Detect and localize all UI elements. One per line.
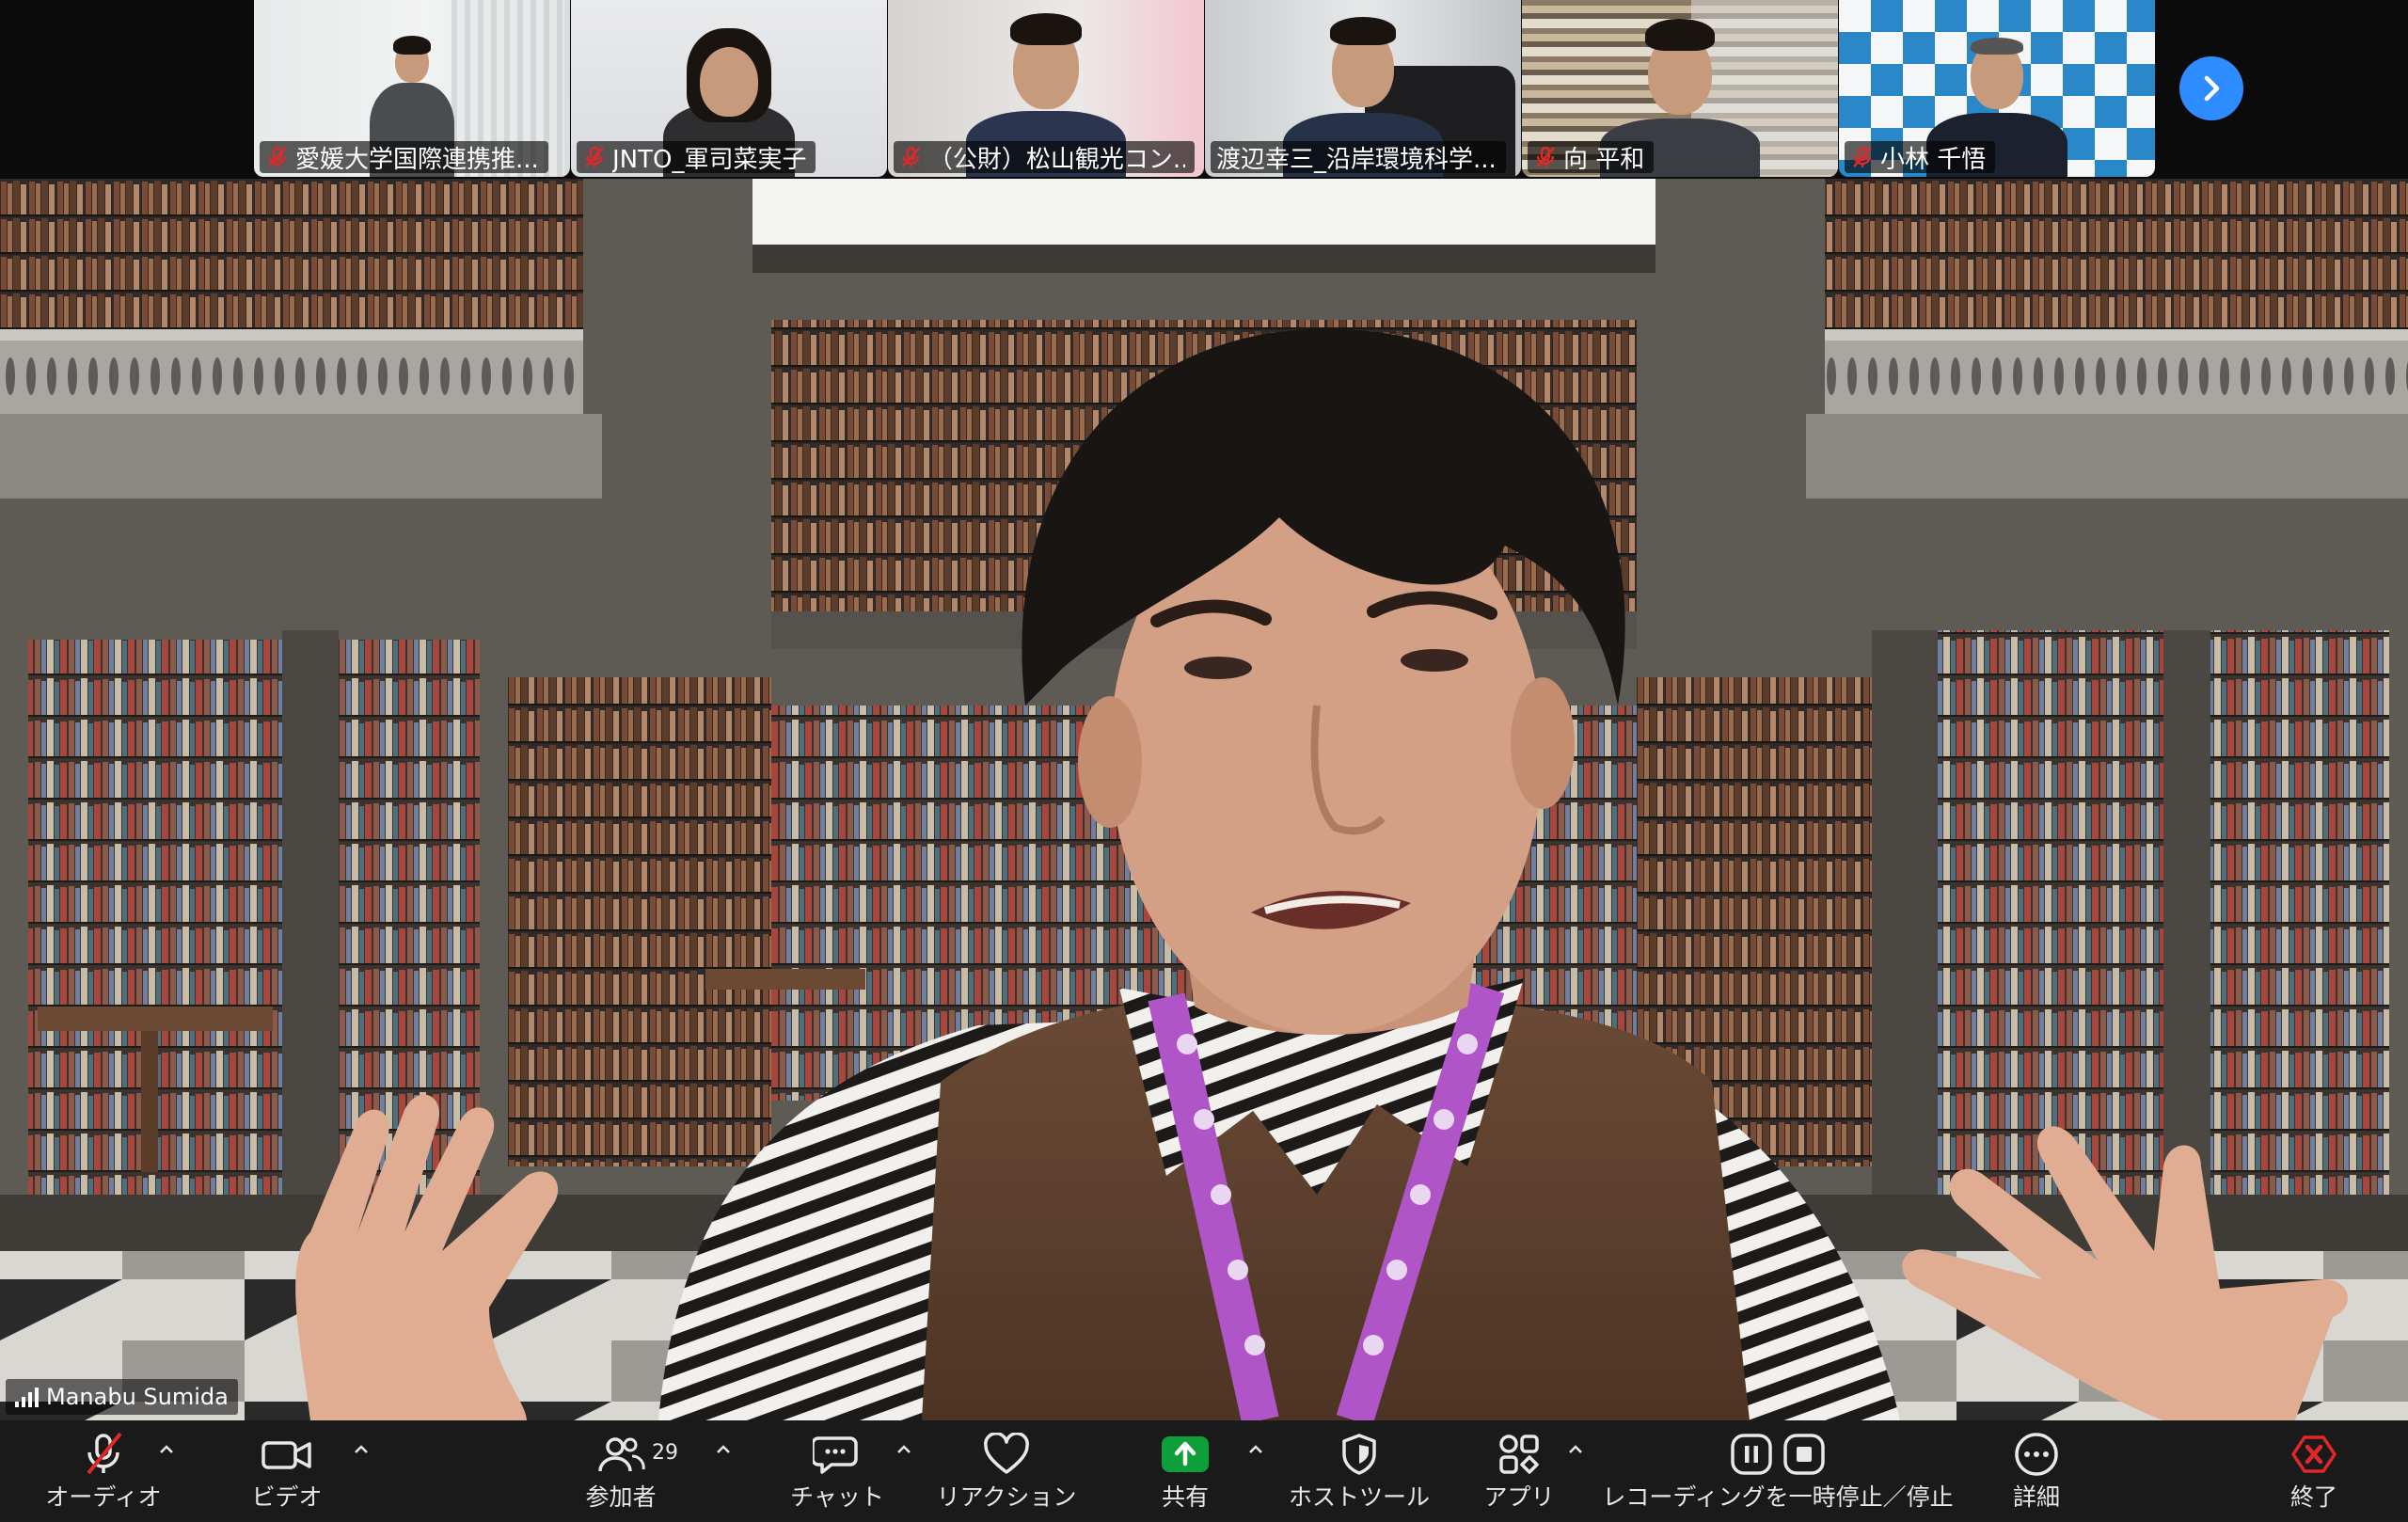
- chevron-up-icon[interactable]: [1565, 1439, 1586, 1460]
- audio-button[interactable]: オーディオ: [38, 1420, 169, 1522]
- participant-tile[interactable]: 渡辺幸三_沿岸環境科学...: [1205, 0, 1521, 177]
- share-label: 共有: [1161, 1483, 1209, 1511]
- participant-tile[interactable]: （公財）松山観光コン...: [888, 0, 1204, 177]
- close-icon: [2291, 1435, 2337, 1473]
- participant-tile[interactable]: 愛媛大学国際連携推...: [254, 0, 570, 177]
- chevron-up-icon[interactable]: [894, 1439, 914, 1460]
- audio-label: オーディオ: [45, 1483, 162, 1511]
- participant-name-tag: 渡辺幸三_沿岸環境科学...: [1211, 141, 1506, 174]
- muted-mic-icon: [87, 1432, 122, 1475]
- end-label: 終了: [2289, 1483, 2337, 1511]
- chevron-right-icon: [2204, 75, 2220, 102]
- participant-tile[interactable]: 小林 千悟: [1839, 0, 2155, 177]
- participant-name: 向 平和: [1563, 145, 1645, 174]
- more-button[interactable]: 詳細: [1985, 1420, 2088, 1522]
- apps-label: アプリ: [1483, 1483, 1555, 1511]
- apps-button[interactable]: アプリ: [1467, 1420, 1571, 1522]
- chat-button[interactable]: チャット: [781, 1420, 894, 1522]
- more-label: 詳細: [2012, 1483, 2060, 1511]
- participant-tile[interactable]: 向 平和: [1522, 0, 1838, 177]
- participant-name-tag: JNTO_軍司菜実子: [577, 141, 816, 174]
- heart-icon: [984, 1433, 1029, 1474]
- chat-bubble-icon: [813, 1436, 858, 1474]
- participants-button[interactable]: 参加者: [564, 1420, 677, 1522]
- apps-icon: [1499, 1435, 1539, 1474]
- reactions-button[interactable]: リアクション: [937, 1420, 1076, 1522]
- chevron-up-icon[interactable]: [351, 1439, 372, 1460]
- participant-name-tag: 向 平和: [1528, 141, 1655, 174]
- more-icon: [2015, 1433, 2058, 1476]
- participant-tile[interactable]: JNTO_軍司菜実子: [571, 0, 887, 177]
- participant-name: 愛媛大学国際連携推...: [295, 145, 539, 174]
- host-tools-label: ホストツール: [1289, 1483, 1431, 1511]
- speaker-name-tag: Manabu Sumida: [6, 1379, 238, 1415]
- participant-name-tag: 愛媛大学国際連携推...: [260, 141, 548, 174]
- share-screen-icon: [1162, 1436, 1209, 1472]
- chevron-up-icon[interactable]: [713, 1439, 734, 1460]
- recording-label: レコーディングを一時停止／停止: [1602, 1483, 1954, 1511]
- participant-name: 渡辺幸三_沿岸環境科学...: [1216, 145, 1497, 174]
- participant-name: JNTO_軍司菜実子: [612, 145, 807, 174]
- reactions-label: リアクション: [936, 1483, 1077, 1511]
- shield-icon: [1342, 1434, 1376, 1475]
- chevron-up-icon[interactable]: [1245, 1439, 1266, 1460]
- participant-name-tag: （公財）松山観光コン...: [894, 141, 1195, 174]
- participant-name-tag: 小林 千悟: [1845, 141, 1996, 174]
- video-button[interactable]: ビデオ: [235, 1420, 339, 1522]
- share-button[interactable]: 共有: [1138, 1420, 1232, 1522]
- muted-mic-icon: [268, 146, 287, 167]
- muted-mic-icon: [901, 147, 921, 167]
- signal-strength-icon: [15, 1387, 39, 1407]
- muted-mic-icon: [585, 146, 604, 167]
- pause-recording-icon[interactable]: [1730, 1433, 1773, 1476]
- muted-mic-icon: [1853, 146, 1872, 167]
- speaker-name: Manabu Sumida: [46, 1384, 229, 1410]
- participant-gallery-strip: 愛媛大学国際連携推... JNTO_軍司菜実子 （公財）松山観光コン... 渡辺…: [0, 0, 2408, 179]
- chat-label: チャット: [790, 1483, 884, 1511]
- library-virtual-background: [0, 179, 2408, 1420]
- end-meeting-button[interactable]: 終了: [2267, 1420, 2361, 1522]
- recording-controls[interactable]: レコーディングを一時停止／停止: [1599, 1420, 1956, 1522]
- participants-count: 29: [652, 1441, 678, 1465]
- participants-icon: [598, 1437, 645, 1472]
- video-camera-icon: [261, 1441, 311, 1469]
- next-page-button[interactable]: [2179, 56, 2243, 120]
- participants-label: 参加者: [585, 1483, 657, 1511]
- chevron-up-icon[interactable]: [156, 1439, 177, 1460]
- participant-name: 小林 千悟: [1880, 145, 1987, 174]
- meeting-toolbar: オーディオ ビデオ 参加者 29 チャット リアクション 共有 ホストツール ア…: [0, 1420, 2408, 1522]
- host-tools-button[interactable]: ホストツール: [1289, 1420, 1430, 1522]
- stop-recording-icon[interactable]: [1782, 1433, 1826, 1476]
- muted-mic-icon: [1536, 146, 1555, 167]
- active-speaker-video: Manabu Sumida: [0, 179, 2408, 1420]
- participant-name: （公財）松山観光コン...: [927, 145, 1185, 174]
- video-label: ビデオ: [251, 1483, 323, 1511]
